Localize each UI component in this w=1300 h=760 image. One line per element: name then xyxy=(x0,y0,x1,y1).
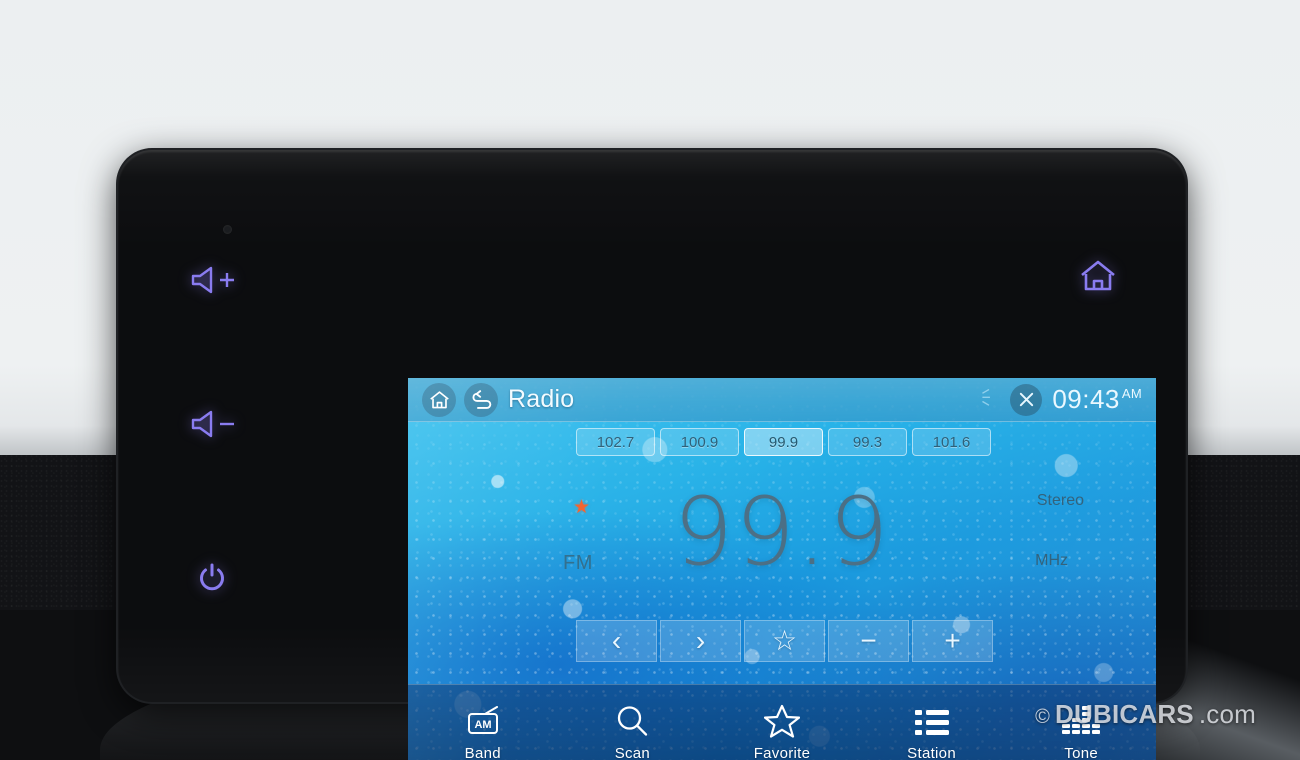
back-button[interactable] xyxy=(464,382,498,417)
nav-item-scan[interactable]: Scan xyxy=(576,700,688,760)
preset-button-5[interactable]: 101.6 xyxy=(912,428,991,456)
clock-time: 09:43 xyxy=(1052,384,1120,414)
volume-up-button[interactable] xyxy=(180,258,250,302)
nav-item-station[interactable]: Station xyxy=(876,700,988,760)
photo-scene: Radio 🗧 09:43 AM 102.7 100.9 99.9 99.3 1… xyxy=(0,0,1300,760)
home-icon xyxy=(429,390,449,408)
back-arrow-icon xyxy=(472,389,491,409)
favorite-button[interactable]: ☆ xyxy=(744,620,825,662)
nav-label-scan: Scan xyxy=(614,744,651,760)
chevron-left-icon: ‹ xyxy=(611,625,622,656)
star-outline-icon xyxy=(763,700,800,738)
nav-label-band: Band xyxy=(464,744,501,760)
speaker-minus-icon xyxy=(191,410,234,438)
page-title: Radio xyxy=(508,385,575,413)
nav-label-favorite: Favorite xyxy=(753,744,811,760)
search-icon xyxy=(615,700,649,738)
frequency-unit-label: MHz xyxy=(1035,552,1068,569)
tuner-readout: ★ FM 99.9 Stereo MHz xyxy=(408,474,1156,624)
home-button[interactable] xyxy=(422,382,456,417)
svg-text:AM: AM xyxy=(474,719,491,731)
close-button[interactable] xyxy=(1010,383,1043,416)
bluetooth-icon: 🗧 xyxy=(981,387,1001,409)
power-icon xyxy=(200,563,224,591)
radio-am-icon: AM xyxy=(464,700,502,738)
watermark-brand: DUBICARS xyxy=(1055,699,1194,729)
preset-button-3[interactable]: 99.9 xyxy=(744,428,823,456)
tune-down-button[interactable]: − xyxy=(828,620,909,662)
tuner-control-row: ‹ › ☆ − + xyxy=(576,620,993,662)
status-clock: 09:43 AM xyxy=(1052,384,1142,415)
watermark: © DUBICARS .com xyxy=(1035,699,1256,730)
watermark-tld: .com xyxy=(1198,699,1256,729)
preset-button-4[interactable]: 99.3 xyxy=(828,428,907,456)
tune-up-button[interactable]: + xyxy=(912,620,993,662)
list-icon xyxy=(914,700,950,738)
home-icon xyxy=(1081,260,1115,291)
minus-icon: − xyxy=(860,625,877,656)
chevron-right-icon: › xyxy=(695,625,706,656)
volume-down-button[interactable] xyxy=(180,402,250,446)
ir-sensor-dot xyxy=(223,225,232,234)
preset-station-row: 102.7 100.9 99.9 99.3 101.6 xyxy=(576,428,991,456)
plus-icon: + xyxy=(944,625,961,656)
power-button[interactable] xyxy=(186,554,238,602)
clock-ampm: AM xyxy=(1121,386,1142,402)
seek-up-button[interactable]: › xyxy=(660,620,741,662)
preset-button-2[interactable]: 100.9 xyxy=(660,428,739,456)
stereo-indicator: Stereo xyxy=(1036,492,1084,509)
seek-down-button[interactable]: ‹ xyxy=(576,620,657,662)
head-unit-body: Radio 🗧 09:43 AM 102.7 100.9 99.9 99.3 1… xyxy=(118,150,1186,760)
nav-item-favorite[interactable]: Favorite xyxy=(726,700,838,760)
nav-item-band[interactable]: AM Band xyxy=(427,700,539,760)
home-hardkey[interactable] xyxy=(1068,252,1128,300)
status-title-bar: Radio 🗧 09:43 AM xyxy=(408,378,1156,422)
close-icon xyxy=(1019,392,1033,407)
status-right-cluster: 🗧 09:43 AM xyxy=(981,383,1156,416)
nav-label-station: Station xyxy=(907,744,956,760)
star-outline-icon: ☆ xyxy=(771,625,798,656)
preset-button-1[interactable]: 102.7 xyxy=(576,428,655,456)
watermark-copyright: © xyxy=(1035,706,1051,728)
speaker-plus-icon xyxy=(191,266,234,294)
nav-label-tone: Tone xyxy=(1064,744,1099,760)
